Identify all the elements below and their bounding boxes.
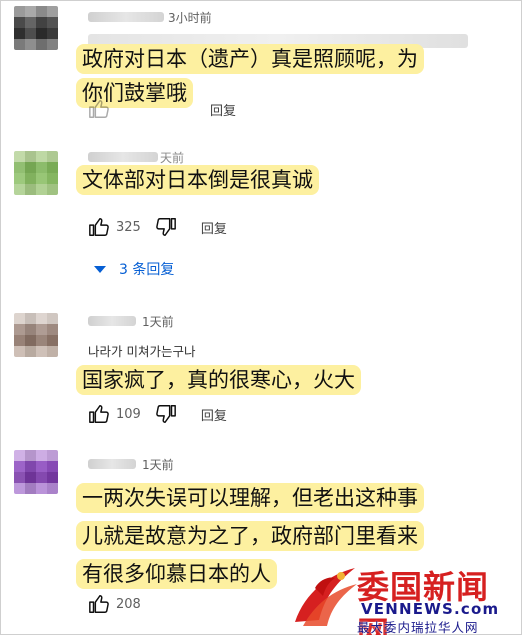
comment-actions: 325 回复 [88, 216, 227, 238]
comment-actions: 回复 [88, 98, 236, 120]
watermark-logo-icon [295, 568, 357, 626]
watermark: 委国新闻网 VENNEWS.com 最大委内瑞拉华人网 [285, 560, 521, 635]
watermark-subtitle: 最大委内瑞拉华人网 [357, 620, 479, 635]
like-icon[interactable] [88, 593, 110, 615]
reply-button[interactable]: 回复 [201, 218, 227, 237]
like-count: 109 [116, 406, 141, 422]
translation-line: 儿就是故意为之了，政府部门里看来 [76, 521, 424, 551]
translation-line: 政府对日本（遗产）真是照顾呢，为 [76, 44, 424, 74]
comment-actions: 109 回复 [88, 403, 227, 425]
username-blurred[interactable] [88, 459, 136, 469]
translation-line: 有很多仰慕日本的人 [76, 559, 277, 589]
view-replies-button[interactable]: 3 条回复 [94, 259, 174, 279]
translation-line: 一两次失误可以理解，但老出这种事 [76, 483, 424, 513]
like-icon[interactable] [88, 216, 110, 238]
comment-time: 天前 [160, 151, 185, 165]
watermark-url: VENNEWS.com [361, 600, 500, 618]
like-icon[interactable] [88, 403, 110, 425]
like-count: 208 [116, 596, 141, 612]
comment-original-text: 나라가 미쳐가는구나 [88, 344, 196, 359]
comment-actions: 208 [88, 593, 141, 615]
username-blurred[interactable] [88, 152, 158, 162]
username-blurred[interactable] [88, 12, 164, 22]
translation-line: 文体部对日本倒是很真诚 [76, 165, 319, 195]
dislike-icon[interactable] [155, 216, 177, 238]
dislike-icon[interactable] [155, 403, 177, 425]
comment-time: 1天前 [142, 315, 174, 329]
like-count: 325 [116, 219, 141, 235]
comment-time: 1天前 [142, 458, 174, 472]
reply-button[interactable]: 回复 [201, 405, 227, 424]
username-blurred[interactable] [88, 316, 136, 326]
avatar[interactable] [14, 313, 58, 357]
reply-button[interactable]: 回复 [210, 100, 236, 119]
translation-line: 国家疯了，真的很寒心，火大 [76, 365, 361, 395]
like-icon[interactable] [88, 98, 110, 120]
comment-time: 3小时前 [168, 11, 212, 25]
avatar[interactable] [14, 151, 58, 195]
avatar[interactable] [14, 450, 58, 494]
chevron-down-icon [94, 265, 106, 273]
avatar[interactable] [14, 6, 58, 50]
view-replies-label: 3 条回复 [119, 262, 175, 278]
